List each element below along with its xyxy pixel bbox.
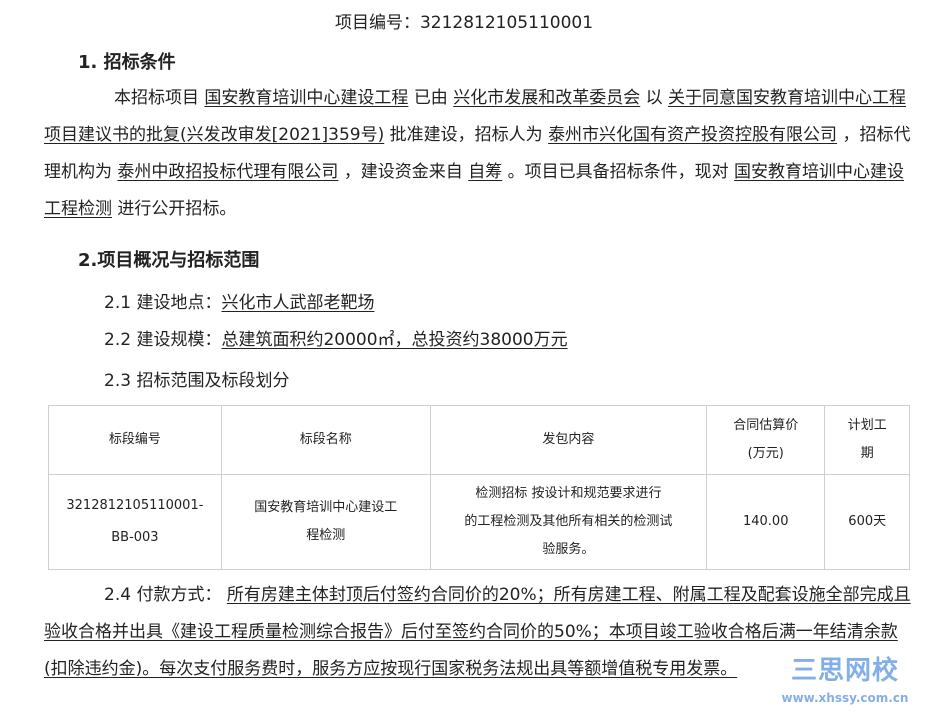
section-1-title: 1. 招标条件: [78, 52, 176, 73]
location-value: 兴化市人武部老靶场: [221, 293, 375, 313]
header-contract-content: 发包内容: [429, 405, 708, 475]
approving-authority: 兴化市发展和改革委员会: [453, 88, 641, 108]
watermark-url: www.xhssy.com.cn: [781, 691, 909, 705]
agency-name: 泰州中政招投标代理有限公司: [117, 162, 339, 182]
header-section-code: 标段编号: [48, 405, 222, 475]
project-name: 国安教育培训中心建设工程: [204, 88, 409, 108]
section-2-title: 2.项目概况与招标范围: [78, 250, 260, 271]
cell-estimated-price: 140.00: [706, 474, 826, 570]
header-section-name: 标段名称: [220, 405, 431, 475]
watermark-logo: 三思网校: [790, 656, 899, 686]
cell-contract-content: 检测招标 按设计和规范要求进行 的工程检测及其他所有相关的检测试 验服务。: [429, 474, 708, 570]
scope-heading: 2.3 招标范围及标段划分: [104, 371, 290, 391]
cell-planned-duration: 600天: [824, 474, 910, 570]
tender-conditions-paragraph: 本招标项目 国安教育培训中心建设工程 已由 兴化市发展和改革委员会 以 关于同意…: [44, 88, 911, 219]
project-number: 项目编号：3212812105110001: [334, 13, 594, 33]
fund-source: 自筹: [468, 162, 503, 182]
table-header-row: 标段编号 标段名称 发包内容 合同估算价 (万元) 计划工 期: [48, 405, 910, 475]
scale-line: 2.2 建设规模：总建筑面积约20000㎡，总投资约38000万元: [104, 330, 568, 350]
table-row: 3212812105110001- BB-003 国安教育培训中心建设工 程检测…: [48, 474, 910, 570]
tenderer-name: 泰州市兴化国有资产投资控股有限公司: [548, 125, 838, 145]
scale-value: 总建筑面积约20000㎡，总投资约38000万元: [221, 330, 568, 350]
cell-section-name: 国安教育培训中心建设工 程检测: [220, 474, 431, 570]
location-line: 2.1 建设地点：兴化市人武部老靶场: [104, 293, 375, 313]
site-watermark: 三思网校 www.xhssy.com.cn: [770, 653, 920, 717]
header-planned-duration: 计划工 期: [824, 405, 910, 475]
header-estimated-price: 合同估算价 (万元): [706, 405, 826, 475]
bid-section-table: 标段编号 标段名称 发包内容 合同估算价 (万元) 计划工 期 32128121…: [48, 405, 910, 570]
cell-section-code: 3212812105110001- BB-003: [48, 474, 222, 570]
